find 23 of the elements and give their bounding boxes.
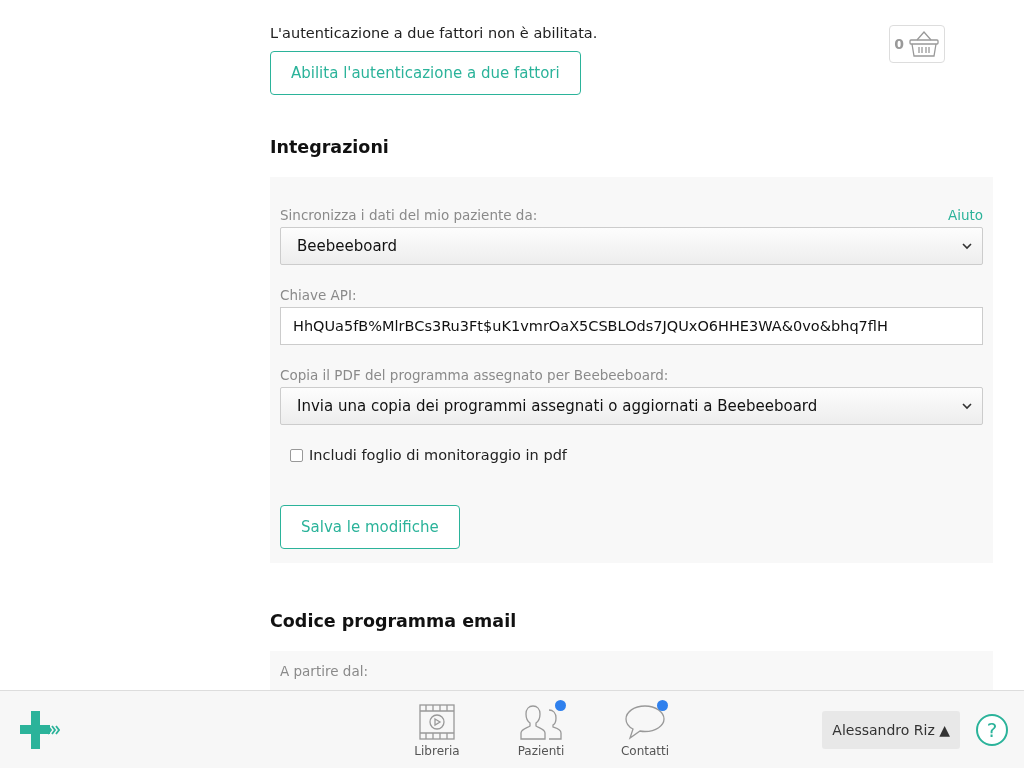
nav-item[interactable]: Pazienti (489, 701, 593, 758)
api-key-field[interactable]: HhQUa5fB%MlrBCs3Ru3Ft$uK1vmrOaX5CSBLOds7JQUxO6HHE3WA&0vo&bhq7flH (280, 307, 983, 345)
nav-item[interactable]: Contatti (593, 701, 697, 758)
status-text: L'autenticazione a due fattori non è abilitata. (270, 25, 599, 41)
field-label: A partire dal: (280, 663, 368, 679)
chevron-icon (962, 402, 972, 410)
dropdown[interactable]: Beebeeboard (280, 227, 983, 265)
basket-icon (907, 30, 940, 58)
dropdown[interactable]: Invia una copia dei programmi assegnati o aggiornati a Beebeeboard (280, 387, 983, 425)
nav-item[interactable]: Libreria (385, 701, 489, 758)
section-heading: Integrazioni (270, 137, 390, 157)
field-label: Sincronizza i dati del mio paziente da: (280, 207, 538, 223)
speech-bubble-icon (624, 703, 666, 740)
checkbox-label: Includi foglio di monitoraggio in pdf (309, 447, 567, 463)
field-label: Copia il PDF del programma assegnato per Beebeeboard: (280, 367, 669, 383)
logo-icon[interactable] (20, 710, 60, 749)
people-icon (519, 703, 563, 740)
film-icon (419, 703, 455, 740)
field-label: Chiave API: (280, 287, 357, 303)
chevron-icon (962, 242, 972, 250)
section-heading: Codice programma email (270, 611, 518, 631)
checkbox[interactable] (290, 448, 303, 462)
user-menu-button[interactable]: Alessandro Riz ▲ (822, 710, 960, 749)
